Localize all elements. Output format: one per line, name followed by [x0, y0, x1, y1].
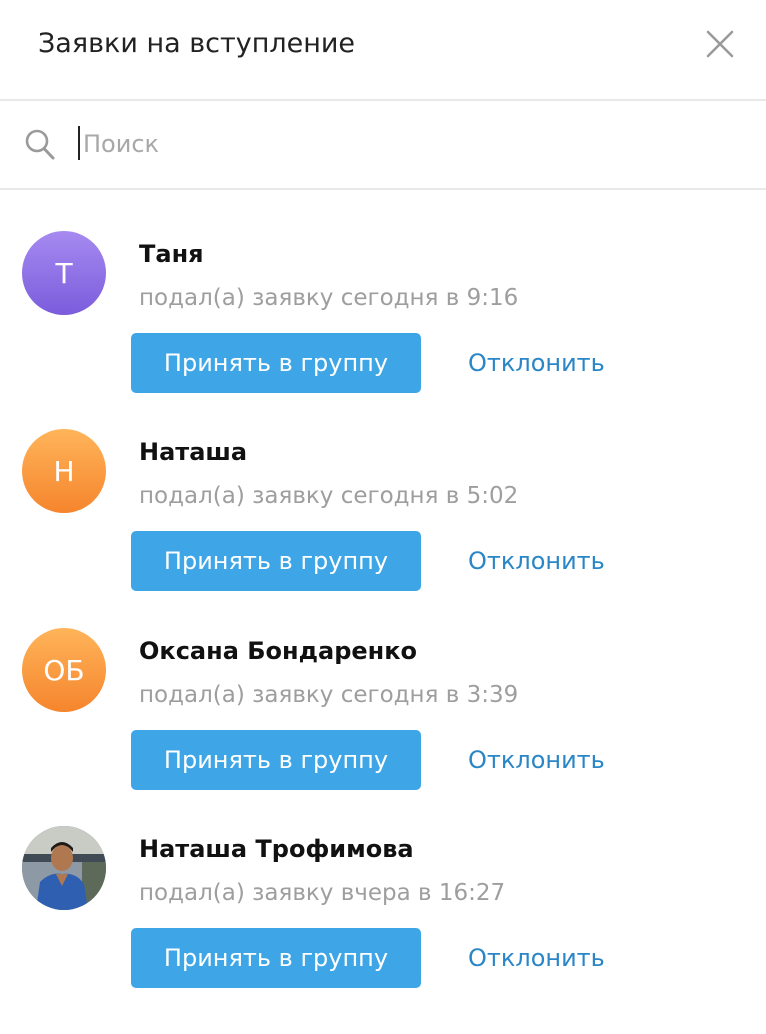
search-divider [0, 188, 766, 190]
close-icon [706, 30, 734, 58]
avatar[interactable]: Н [22, 429, 106, 513]
accept-button[interactable]: Принять в группу [131, 333, 421, 393]
user-name[interactable]: Наташа [139, 437, 247, 467]
avatar-initials: Т [55, 256, 73, 290]
user-name[interactable]: Таня [139, 239, 204, 269]
dialog-title: Заявки на вступление [38, 28, 356, 59]
request-status: подал(а) заявку вчера в 16:27 [139, 880, 506, 906]
request-status: подал(а) заявку сегодня в 5:02 [139, 483, 519, 509]
user-name[interactable]: Оксана Бондаренко [139, 636, 417, 666]
avatar[interactable]: ОБ [22, 628, 106, 712]
accept-button[interactable]: Принять в группу [131, 928, 421, 988]
user-photo-icon [22, 826, 106, 910]
decline-button[interactable]: Отклонить [468, 730, 605, 790]
request-item: Наташа Трофимова подал(а) заявку вчера в… [0, 826, 766, 996]
request-item: Т Таня подал(а) заявку сегодня в 9:16 Пр… [0, 231, 766, 401]
avatar-initials: Н [53, 454, 75, 488]
dialog-header: Заявки на вступление [0, 0, 766, 99]
avatar[interactable]: Т [22, 231, 106, 315]
user-name[interactable]: Наташа Трофимова [139, 834, 414, 864]
decline-button[interactable]: Отклонить [468, 531, 605, 591]
close-button[interactable] [698, 22, 742, 66]
request-item: ОБ Оксана Бондаренко подал(а) заявку сег… [0, 628, 766, 798]
decline-button[interactable]: Отклонить [468, 928, 605, 988]
request-item: Н Наташа подал(а) заявку сегодня в 5:02 … [0, 429, 766, 599]
decline-button[interactable]: Отклонить [468, 333, 605, 393]
avatar-photo[interactable] [22, 826, 106, 910]
request-status: подал(а) заявку сегодня в 3:39 [139, 682, 519, 708]
avatar-initials: ОБ [43, 653, 85, 687]
search-icon [25, 129, 55, 160]
request-status: подал(а) заявку сегодня в 9:16 [139, 285, 519, 311]
accept-button[interactable]: Принять в группу [131, 730, 421, 790]
search-input[interactable] [80, 122, 703, 166]
accept-button[interactable]: Принять в группу [131, 531, 421, 591]
